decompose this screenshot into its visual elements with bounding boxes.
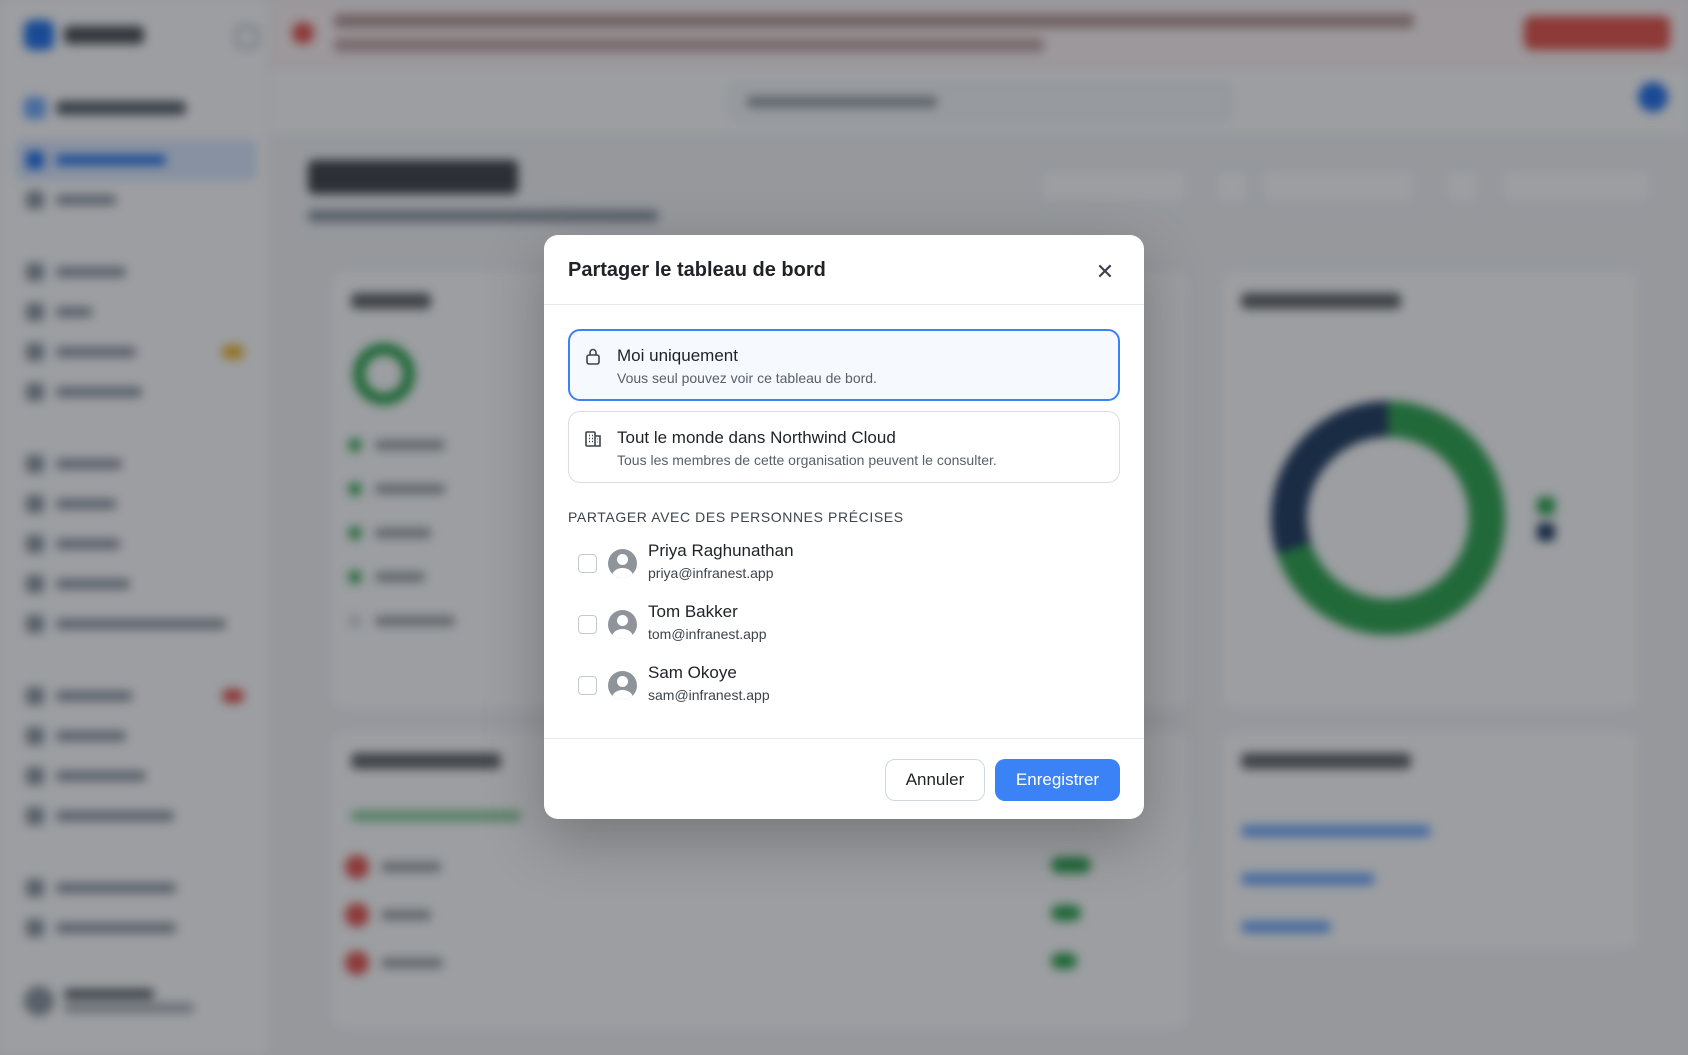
- person-name: Priya Raghunathan: [648, 541, 794, 560]
- person-row[interactable]: Sam Okoye sam@infranest.app: [568, 659, 1120, 711]
- option-title: Tout le monde dans Northwind Cloud: [617, 428, 896, 447]
- person-checkbox[interactable]: [578, 554, 597, 573]
- person-row[interactable]: Priya Raghunathan priya@infranest.app: [568, 537, 1120, 589]
- save-button[interactable]: Enregistrer: [995, 759, 1120, 801]
- visibility-option-organization[interactable]: Tout le monde dans Northwind Cloud Tous …: [568, 411, 1120, 483]
- option-description: Vous seul pouvez voir ce tableau de bord…: [617, 370, 877, 386]
- avatar: [608, 671, 637, 700]
- person-email: tom@infranest.app: [648, 626, 767, 642]
- dialog-header: Partager le tableau de bord ✕: [544, 235, 1144, 305]
- close-button[interactable]: ✕: [1090, 257, 1120, 287]
- share-dashboard-dialog: Partager le tableau de bord ✕ Moi unique…: [544, 235, 1144, 819]
- person-email: sam@infranest.app: [648, 687, 770, 703]
- people-section-label: PARTAGER AVEC DES PERSONNES PRÉCISES: [568, 509, 904, 525]
- person-name: Tom Bakker: [648, 602, 738, 621]
- person-email: priya@infranest.app: [648, 565, 774, 581]
- avatar: [608, 549, 637, 578]
- close-icon: ✕: [1095, 259, 1115, 284]
- avatar: [608, 610, 637, 639]
- visibility-option-only-me[interactable]: Moi uniquement Vous seul pouvez voir ce …: [568, 329, 1120, 401]
- dialog-footer: Annuler Enregistrer: [544, 738, 1144, 819]
- person-row[interactable]: Tom Bakker tom@infranest.app: [568, 598, 1120, 650]
- option-title: Moi uniquement: [617, 346, 738, 365]
- building-icon: [583, 428, 603, 448]
- person-checkbox[interactable]: [578, 615, 597, 634]
- cancel-button[interactable]: Annuler: [885, 759, 985, 801]
- dialog-title: Partager le tableau de bord: [568, 259, 826, 281]
- person-name: Sam Okoye: [648, 663, 737, 682]
- lock-icon: [583, 346, 603, 366]
- option-description: Tous les membres de cette organisation p…: [617, 452, 997, 468]
- person-checkbox[interactable]: [578, 676, 597, 695]
